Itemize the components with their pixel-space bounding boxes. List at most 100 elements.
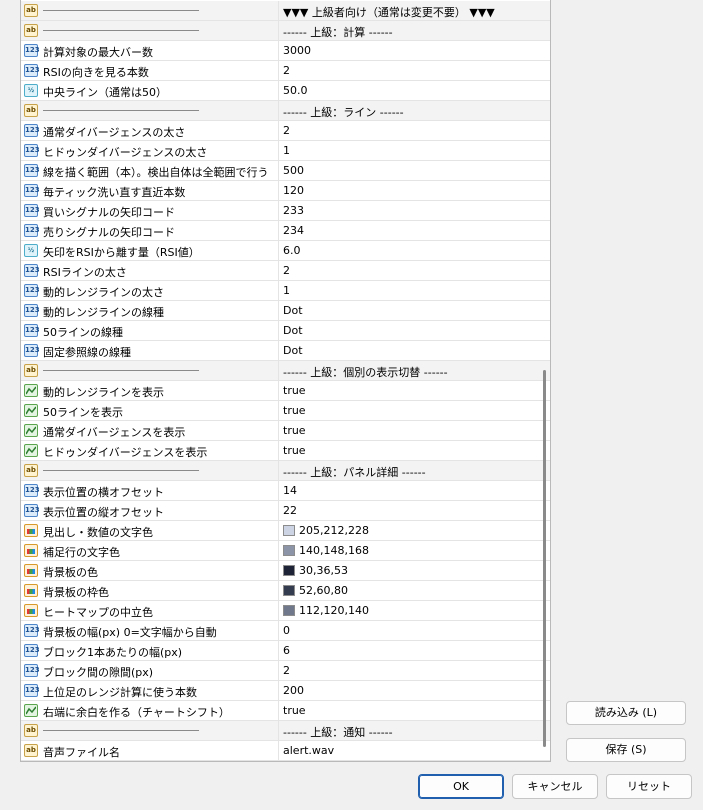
property-row[interactable]: 123 通常ダイバージェンスの太さ 2 bbox=[21, 121, 550, 141]
color-swatch[interactable] bbox=[283, 525, 295, 536]
property-value-cell[interactable]: 52,60,80 bbox=[280, 581, 548, 600]
property-row[interactable]: 123 表示位置の横オフセット 14 bbox=[21, 481, 550, 501]
integer-type-icon: 123 bbox=[24, 344, 40, 357]
property-value: 112,120,140 bbox=[299, 604, 369, 617]
property-row[interactable]: 123 固定参照線の線種 Dot bbox=[21, 341, 550, 361]
color-swatch[interactable] bbox=[283, 585, 295, 596]
property-value-cell[interactable]: 2 bbox=[280, 121, 548, 140]
ok-button[interactable]: OK bbox=[418, 774, 504, 799]
inputs-grid: ab ▼▼▼ 上級者向け（通常は変更不要） ▼▼▼ ab ------ 上級：計算 -… bbox=[20, 0, 551, 762]
property-value-cell[interactable]: 233 bbox=[280, 201, 548, 220]
property-value-cell[interactable]: 3000 bbox=[280, 41, 548, 60]
separator-row[interactable]: ab ▼▼▼ 上級者向け（通常は変更不要） ▼▼▼ bbox=[21, 1, 550, 21]
property-row[interactable]: 123 背景板の幅(px) 0=文字幅から自動 0 bbox=[21, 621, 550, 641]
property-value-cell[interactable]: Dot bbox=[280, 341, 548, 360]
property-name: ヒートマップの中立色 bbox=[43, 606, 153, 619]
property-name: 背景板の幅(px) 0=文字幅から自動 bbox=[43, 626, 217, 639]
color-swatch[interactable] bbox=[283, 605, 295, 616]
property-value-cell[interactable]: 234 bbox=[280, 221, 548, 240]
property-value-cell[interactable]: 205,212,228 bbox=[280, 521, 548, 540]
property-row[interactable]: 123 RSIの向きを見る本数 2 bbox=[21, 61, 550, 81]
cancel-button-label: キャンセル bbox=[527, 780, 583, 793]
property-name-cell: 123 RSIの向きを見る本数 bbox=[21, 61, 279, 80]
property-value-cell[interactable]: 2 bbox=[280, 261, 548, 280]
property-value-cell[interactable]: 112,120,140 bbox=[280, 601, 548, 620]
property-row[interactable]: 123 売りシグナルの矢印コード 234 bbox=[21, 221, 550, 241]
property-value-cell[interactable]: true bbox=[280, 701, 548, 720]
property-row[interactable]: ½ 矢印をRSIから離す量（RSI値） 6.0 bbox=[21, 241, 550, 261]
property-value-cell[interactable]: 120 bbox=[280, 181, 548, 200]
property-name-cell: 123 ヒドゥンダイバージェンスの太さ bbox=[21, 141, 279, 160]
property-row[interactable]: ヒドゥンダイバージェンスを表示 true bbox=[21, 441, 550, 461]
property-row[interactable]: 右端に余白を作る（チャートシフト） true bbox=[21, 701, 550, 721]
cancel-button[interactable]: キャンセル bbox=[512, 774, 598, 799]
property-row[interactable]: 123 毎ティック洗い直す直近本数 120 bbox=[21, 181, 550, 201]
save-button[interactable]: 保存 (S) bbox=[566, 738, 686, 762]
property-value-cell[interactable]: 2 bbox=[280, 661, 548, 680]
property-row[interactable]: 123 50ラインの線種 Dot bbox=[21, 321, 550, 341]
property-value-cell[interactable]: 14 bbox=[280, 481, 548, 500]
property-row[interactable]: 123 買いシグナルの矢印コード 233 bbox=[21, 201, 550, 221]
property-row[interactable]: 123 上位足のレンジ計算に使う本数 200 bbox=[21, 681, 550, 701]
property-row[interactable]: ヒートマップの中立色 112,120,140 bbox=[21, 601, 550, 621]
color-type-icon bbox=[24, 584, 38, 597]
property-row[interactable]: 123 表示位置の縦オフセット 22 bbox=[21, 501, 550, 521]
property-name-cell: 123 買いシグナルの矢印コード bbox=[21, 201, 279, 220]
property-row[interactable]: 123 ブロック1本あたりの幅(px) 6 bbox=[21, 641, 550, 661]
property-value-cell[interactable]: 500 bbox=[280, 161, 548, 180]
property-value-cell[interactable]: true bbox=[280, 401, 548, 420]
separator-row[interactable]: ab ------ 上級：計算 ------ bbox=[21, 21, 550, 41]
property-row[interactable]: 123 RSIラインの太さ 2 bbox=[21, 261, 550, 281]
property-value-cell[interactable]: 50.0 bbox=[280, 81, 548, 100]
property-name-cell: ab bbox=[21, 721, 279, 740]
property-value-cell[interactable]: alert.wav bbox=[280, 741, 548, 760]
property-value-cell[interactable]: 2 bbox=[280, 61, 548, 80]
property-name: 買いシグナルの矢印コード bbox=[43, 206, 175, 219]
property-name-cell: ヒドゥンダイバージェンスを表示 bbox=[21, 441, 279, 460]
grid-scrollbar[interactable] bbox=[543, 370, 546, 747]
property-row[interactable]: 123 ヒドゥンダイバージェンスの太さ 1 bbox=[21, 141, 550, 161]
property-value-cell[interactable]: true bbox=[280, 441, 548, 460]
property-name: 表示位置の横オフセット bbox=[43, 486, 164, 499]
property-value-cell[interactable]: 6 bbox=[280, 641, 548, 660]
load-button[interactable]: 読み込み (L) bbox=[566, 701, 686, 725]
property-row[interactable]: ½ 中央ライン（通常は50） 50.0 bbox=[21, 81, 550, 101]
property-value-cell[interactable]: 0 bbox=[280, 621, 548, 640]
property-value-cell[interactable]: Dot bbox=[280, 301, 548, 320]
property-row[interactable]: 123 動的レンジラインの線種 Dot bbox=[21, 301, 550, 321]
property-row[interactable]: 123 計算対象の最大バー数 3000 bbox=[21, 41, 550, 61]
property-row[interactable]: 背景板の枠色 52,60,80 bbox=[21, 581, 550, 601]
color-swatch[interactable] bbox=[283, 565, 295, 576]
separator-row[interactable]: ab ------ 上級：個別の表示切替 ------ bbox=[21, 361, 550, 381]
property-row[interactable]: 見出し・数値の文字色 205,212,228 bbox=[21, 521, 550, 541]
property-value-cell[interactable]: 140,148,168 bbox=[280, 541, 548, 560]
reset-button[interactable]: リセット bbox=[606, 774, 692, 799]
property-value-cell[interactable]: 200 bbox=[280, 681, 548, 700]
property-row[interactable]: 動的レンジラインを表示 true bbox=[21, 381, 550, 401]
property-row[interactable]: 123 動的レンジラインの太さ 1 bbox=[21, 281, 550, 301]
property-value: 234 bbox=[283, 224, 304, 237]
property-name: 右端に余白を作る（チャートシフト） bbox=[43, 706, 230, 719]
property-row[interactable]: 123 ブロック間の隙間(px) 2 bbox=[21, 661, 550, 681]
property-value-cell[interactable]: 1 bbox=[280, 281, 548, 300]
property-value-cell[interactable]: true bbox=[280, 421, 548, 440]
property-value-cell[interactable]: 22 bbox=[280, 501, 548, 520]
property-value-cell[interactable]: Dot bbox=[280, 321, 548, 340]
property-row[interactable]: 50ラインを表示 true bbox=[21, 401, 550, 421]
property-name: 線を描く範囲（本）。検出自体は全範囲で行う bbox=[43, 166, 269, 179]
property-row[interactable]: 123 線を描く範囲（本）。検出自体は全範囲で行う 500 bbox=[21, 161, 550, 181]
separator-row[interactable]: ab ------ 上級：ライン ------ bbox=[21, 101, 550, 121]
property-value-cell[interactable]: 1 bbox=[280, 141, 548, 160]
property-row[interactable]: 背景板の色 30,36,53 bbox=[21, 561, 550, 581]
property-row[interactable]: ab 音声ファイル名 alert.wav bbox=[21, 741, 550, 761]
property-name-cell: ½ 矢印をRSIから離す量（RSI値） bbox=[21, 241, 279, 260]
property-value-cell[interactable]: true bbox=[280, 381, 548, 400]
separator-row[interactable]: ab ------ 上級：パネル詳細 ------ bbox=[21, 461, 550, 481]
property-row[interactable]: 通常ダイバージェンスを表示 true bbox=[21, 421, 550, 441]
separator-row[interactable]: ab ------ 上級：通知 ------ bbox=[21, 721, 550, 741]
property-row[interactable]: 補足行の文字色 140,148,168 bbox=[21, 541, 550, 561]
color-swatch[interactable] bbox=[283, 545, 295, 556]
property-value-cell[interactable]: 30,36,53 bbox=[280, 561, 548, 580]
separator-label-cell: ------ 上級：通知 ------ bbox=[280, 721, 548, 740]
property-value-cell[interactable]: 6.0 bbox=[280, 241, 548, 260]
